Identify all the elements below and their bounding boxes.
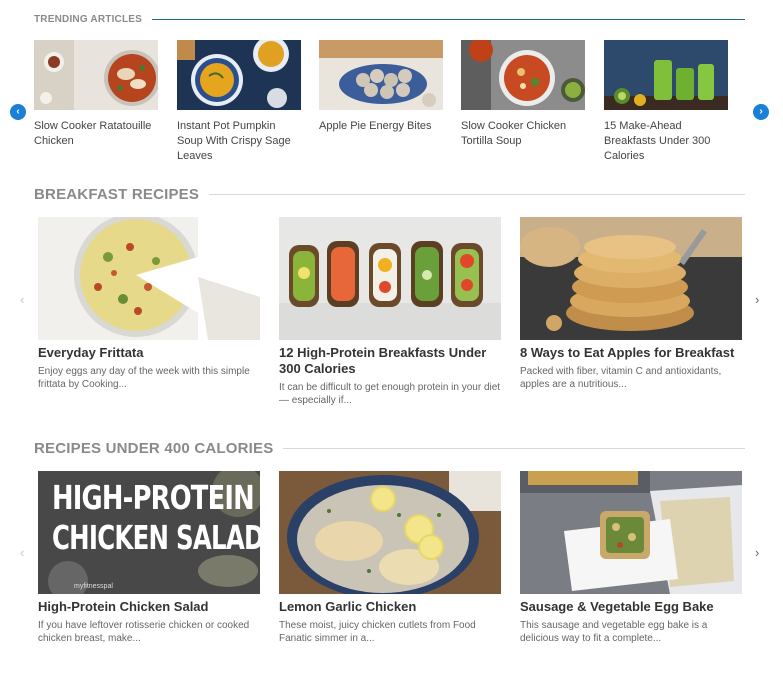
trending-caption[interactable]: Slow Cooker Chicken Tortilla Soup — [461, 119, 585, 149]
chevron-right-icon: › — [759, 106, 763, 117]
trending-card-ratatouille[interactable]: Slow Cooker Ratatouille Chicken — [34, 40, 158, 149]
recipe-image-frittata[interactable] — [38, 217, 260, 340]
under400-title: RECIPES UNDER 400 CALORIES — [34, 440, 274, 457]
trending-thumb-pumpkin-soup[interactable] — [177, 40, 301, 110]
trending-card-tortilla-soup[interactable]: Slow Cooker Chicken Tortilla Soup — [461, 40, 585, 149]
recipe-image-apple-pancakes[interactable] — [520, 217, 742, 340]
trending-rule — [152, 19, 745, 20]
chevron-left-icon: ‹ — [16, 106, 20, 117]
recipe-title[interactable]: Everyday Frittata — [38, 345, 260, 361]
recipe-title[interactable]: Sausage & Vegetable Egg Bake — [520, 599, 742, 615]
trending-caption[interactable]: Instant Pot Pumpkin Soup With Crispy Sag… — [177, 119, 301, 164]
trending-thumb-make-ahead[interactable] — [604, 40, 728, 110]
image-overlay-text-line2: CHICKEN SALAD — [52, 518, 260, 557]
trending-header: TRENDING ARTICLES — [34, 14, 745, 25]
trending-thumb-energy-bites[interactable] — [319, 40, 443, 110]
recipe-title[interactable]: Lemon Garlic Chicken — [279, 599, 501, 615]
recipe-image-egg-bake[interactable] — [520, 471, 742, 594]
breakfast-header: BREAKFAST RECIPES — [34, 186, 745, 203]
trending-title: TRENDING ARTICLES — [34, 14, 143, 25]
recipe-card-apples-breakfast[interactable]: 8 Ways to Eat Apples for Breakfast Packe… — [520, 217, 742, 391]
recipe-image-lemon-chicken[interactable] — [279, 471, 501, 594]
under400-prev-button[interactable]: ‹ — [20, 545, 24, 560]
trending-card-make-ahead[interactable]: 15 Make-Ahead Breakfasts Under 300 Calor… — [604, 40, 728, 164]
breakfast-rule — [209, 194, 745, 195]
image-overlay-text-line1: HIGH-PROTEIN — [52, 478, 255, 517]
trending-caption[interactable]: 15 Make-Ahead Breakfasts Under 300 Calor… — [604, 119, 728, 164]
recipe-card-high-protein-breakfasts[interactable]: 12 High-Protein Breakfasts Under 300 Cal… — [279, 217, 501, 407]
under400-header: RECIPES UNDER 400 CALORIES — [34, 440, 745, 457]
under400-rule — [283, 448, 745, 449]
trending-caption[interactable]: Slow Cooker Ratatouille Chicken — [34, 119, 158, 149]
trending-prev-button[interactable]: ‹ — [10, 104, 26, 120]
recipe-title[interactable]: 8 Ways to Eat Apples for Breakfast — [520, 345, 742, 361]
recipe-description: Packed with fiber, vitamin C and antioxi… — [520, 366, 722, 390]
recipe-card-chicken-salad[interactable]: HIGH-PROTEIN CHICKEN SALAD myfitnesspal … — [38, 471, 260, 645]
recipe-card-sausage-egg-bake[interactable]: Sausage & Vegetable Egg Bake This sausag… — [520, 471, 742, 645]
recipe-image-toasts[interactable] — [279, 217, 501, 340]
recipe-description: If you have leftover rotisserie chicken … — [38, 620, 250, 644]
recipe-card-lemon-garlic-chicken[interactable]: Lemon Garlic Chicken These moist, juicy … — [279, 471, 501, 645]
breakfast-title: BREAKFAST RECIPES — [34, 186, 200, 203]
recipe-title[interactable]: 12 High-Protein Breakfasts Under 300 Cal… — [279, 345, 501, 377]
trending-card-pumpkin-soup[interactable]: Instant Pot Pumpkin Soup With Crispy Sag… — [177, 40, 301, 164]
breakfast-prev-button[interactable]: ‹ — [20, 292, 24, 307]
recipe-description: Enjoy eggs any day of the week with this… — [38, 366, 250, 390]
under400-next-button[interactable]: › — [755, 545, 759, 560]
watermark-text: myfitnesspal — [74, 583, 113, 590]
trending-thumb-tortilla-soup[interactable] — [461, 40, 585, 110]
recipe-description: This sausage and vegetable egg bake is a… — [520, 620, 708, 644]
trending-thumb-ratatouille[interactable] — [34, 40, 158, 110]
recipe-card-everyday-frittata[interactable]: Everyday Frittata Enjoy eggs any day of … — [38, 217, 260, 391]
trending-caption[interactable]: Apple Pie Energy Bites — [319, 119, 443, 134]
recipe-description: It can be difficult to get enough protei… — [279, 382, 501, 406]
recipe-image-chicken-salad[interactable]: HIGH-PROTEIN CHICKEN SALAD myfitnesspal — [38, 471, 260, 594]
trending-card-energy-bites[interactable]: Apple Pie Energy Bites — [319, 40, 443, 134]
trending-next-button[interactable]: › — [753, 104, 769, 120]
recipe-description: These moist, juicy chicken cutlets from … — [279, 620, 476, 644]
breakfast-next-button[interactable]: › — [755, 292, 759, 307]
recipe-title[interactable]: High-Protein Chicken Salad — [38, 599, 260, 615]
